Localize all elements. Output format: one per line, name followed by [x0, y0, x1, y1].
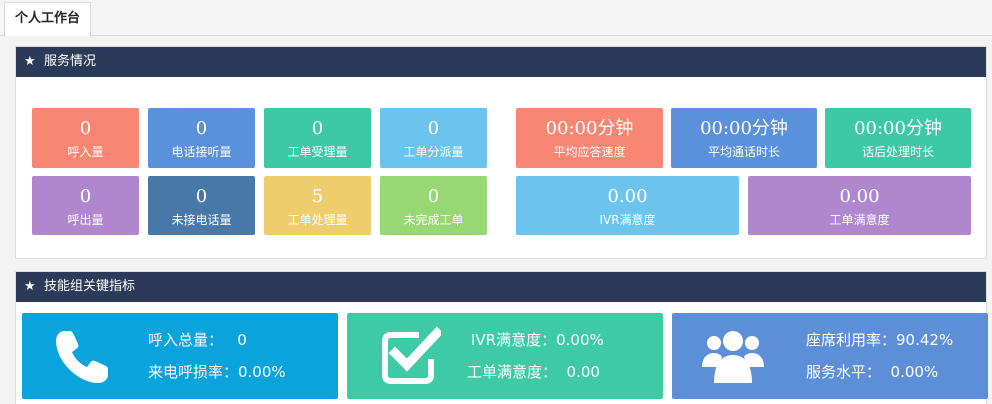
- tile-label: 呼入量: [67, 145, 104, 159]
- kpi-line-1: 座席利用率：90.42%: [806, 331, 954, 349]
- tile-label: IVR满意度: [599, 213, 656, 227]
- tile-value: 5: [311, 186, 324, 207]
- skill-group-kpi-header: ★ 技能组关键指标: [16, 272, 986, 302]
- tile-value: 0.00: [607, 186, 648, 207]
- tile-label: 工单处理量: [287, 213, 348, 227]
- skill-group-kpi-panel: ★ 技能组关键指标 呼入总量： 0 来电呼损率：0.00% IVR满意度：0.0…: [15, 271, 988, 404]
- tab-bar: 个人工作台: [0, 0, 992, 36]
- tile-ivr-satisfaction: 0.00 IVR满意度: [516, 176, 739, 235]
- tile-after-call-time: 00:00分钟 话后处理时长: [825, 108, 971, 168]
- tile-calls-answered: 0 电话接听量: [148, 108, 255, 168]
- tile-label: 未完成工单: [403, 213, 464, 227]
- kpi-line-1: 呼入总量： 0: [148, 331, 247, 349]
- tile-value: 0: [79, 186, 92, 207]
- kpi-card-utilization: 座席利用率：90.42% 服务水平： 0.00%: [672, 313, 988, 399]
- tile-tickets-assigned: 0 工单分派量: [380, 108, 487, 168]
- tile-label: 平均通话时长: [707, 145, 780, 159]
- tile-incomplete-tickets: 0 未完成工单: [380, 176, 487, 235]
- star-icon: ★: [24, 54, 36, 69]
- checkbox-icon: [382, 326, 441, 384]
- tile-label: 工单满意度: [829, 213, 890, 227]
- tile-label: 平均应答速度: [553, 145, 626, 159]
- tile-value: 0: [427, 118, 440, 139]
- tile-value: 0: [195, 118, 208, 139]
- service-status-header: ★ 服务情况: [16, 47, 986, 77]
- tile-label: 电话接听量: [171, 145, 232, 159]
- tile-value: 00:00分钟: [545, 118, 634, 139]
- tile-tickets-processed: 5 工单处理量: [264, 176, 371, 235]
- tile-value: 0.00: [839, 186, 880, 207]
- kpi-card-calls: 呼入总量： 0 来电呼损率：0.00%: [22, 313, 338, 399]
- tile-value: 0: [195, 186, 208, 207]
- tile-value: 00:00分钟: [700, 118, 788, 139]
- tile-label: 工单受理量: [287, 145, 348, 159]
- tile-label: 话后处理时长: [861, 145, 934, 159]
- tile-avg-call-duration: 00:00分钟 平均通话时长: [671, 108, 817, 168]
- tile-avg-answer-speed: 00:00分钟 平均应答速度: [516, 108, 663, 168]
- star-icon: ★: [24, 279, 36, 294]
- tile-ticket-satisfaction: 0.00 工单满意度: [748, 176, 971, 235]
- tile-missed-calls: 0 未接电话量: [148, 176, 255, 235]
- tile-outbound-calls: 0 呼出量: [32, 176, 139, 235]
- tile-value: 0: [311, 118, 324, 139]
- kpi-card-satisfaction: IVR满意度：0.00% 工单满意度： 0.00: [347, 313, 663, 399]
- kpi-line-1: IVR满意度：0.00%: [471, 331, 604, 349]
- skill-group-kpi-title: 技能组关键指标: [44, 279, 136, 294]
- tile-value: 0: [427, 186, 440, 207]
- tile-label: 未接电话量: [171, 213, 232, 227]
- tile-inbound-calls: 0 呼入量: [32, 108, 139, 168]
- tile-label: 工单分派量: [403, 145, 464, 159]
- users-icon: [702, 331, 764, 383]
- tab-personal-workbench[interactable]: 个人工作台: [4, 2, 92, 36]
- kpi-line-2: 来电呼损率：0.00%: [148, 363, 286, 381]
- tile-value: 0: [79, 118, 92, 139]
- service-status-title: 服务情况: [44, 54, 97, 69]
- tile-tickets-accepted: 0 工单受理量: [264, 108, 371, 168]
- service-status-panel: ★ 服务情况 0 呼入量 0 电话接听量 0 工单受理量 0 工单分派量 00:…: [15, 46, 987, 259]
- kpi-line-2: 服务水平： 0.00%: [806, 363, 939, 381]
- tile-value: 00:00分钟: [854, 118, 942, 139]
- kpi-line-2: 工单满意度： 0.00: [467, 363, 600, 381]
- tile-label: 呼出量: [67, 213, 104, 227]
- phone-icon: [56, 331, 108, 383]
